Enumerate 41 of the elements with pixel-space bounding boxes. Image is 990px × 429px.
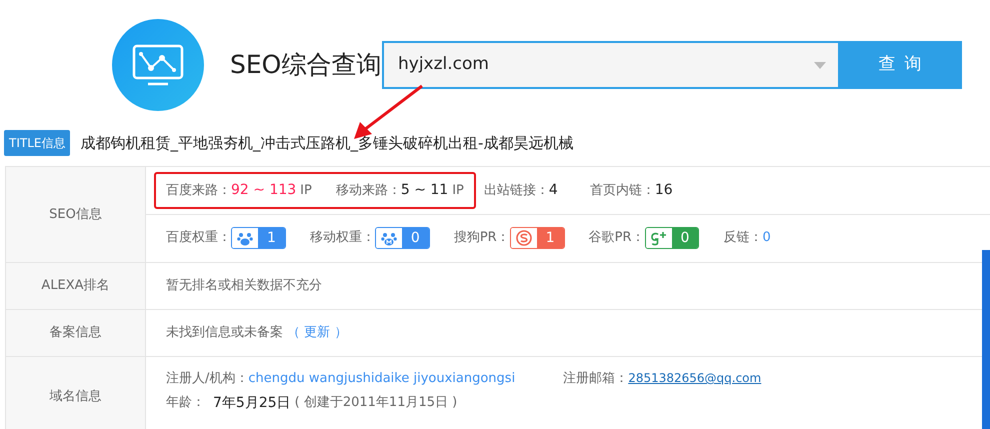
- stat-value: 5 ~ 11: [400, 182, 448, 198]
- row-label: ALEXA排名: [6, 263, 146, 310]
- unit-label: IP: [452, 183, 464, 198]
- field-label: 注册人/机构：: [166, 371, 248, 386]
- search-field[interactable]: hyjxzl.com: [382, 41, 840, 89]
- field-label: 注册邮箱：: [563, 371, 628, 386]
- stat-value: 16: [654, 182, 673, 198]
- weight-label: 谷歌PR：: [588, 229, 645, 248]
- row-label: 备案信息: [6, 310, 146, 357]
- page-title: SEO综合查询: [230, 49, 382, 82]
- weight-badge: 1: [510, 227, 565, 249]
- weight-label: 搜狗PR：: [454, 229, 510, 248]
- stat-label: 移动来路：: [336, 183, 401, 198]
- stat-label: 出站链接：: [484, 183, 549, 198]
- weight-badge: 0: [644, 227, 700, 249]
- stat-value: 92 ~ 113: [231, 182, 296, 198]
- unit-label: IP: [300, 183, 312, 198]
- backlink-label: 反链：: [723, 230, 762, 246]
- scrollbar[interactable]: [982, 250, 990, 429]
- field-label: 年龄：: [166, 394, 205, 412]
- weight-badge: 1: [231, 227, 286, 249]
- backlink-value: 0: [762, 230, 771, 246]
- row-label: 域名信息: [6, 357, 146, 429]
- created-date: ( 创建于2011年11月15日 ): [294, 394, 458, 412]
- row-label: SEO信息: [6, 167, 146, 263]
- age-value: 7年5月25日: [213, 394, 291, 412]
- email-link[interactable]: 2851382656@qq.com: [628, 371, 762, 385]
- stat-value: 4: [548, 182, 558, 198]
- query-button[interactable]: 查 询: [840, 41, 962, 89]
- info-text: 未找到信息或未备案: [166, 324, 283, 342]
- stat-label: 首页内链：: [590, 183, 655, 198]
- caret-icon[interactable]: [814, 62, 826, 68]
- update-link[interactable]: （ 更新 ）: [287, 323, 348, 343]
- page-title-text: 成都钩机租赁_平地强夯机_冲击式压路机_多锤头破碎机出租-成都昊远机械: [80, 132, 574, 154]
- weight-badge: 0: [374, 227, 430, 249]
- weight-label: 百度权重：: [166, 229, 231, 248]
- owner-name: chengdu wangjushidaike jiyouxiangongsi: [248, 371, 516, 386]
- info-text: 暂无排名或相关数据不充分: [166, 277, 322, 296]
- title-badge: TITLE信息: [4, 130, 70, 156]
- stat-label: 百度来路：: [166, 183, 231, 198]
- weight-label: 移动权重：: [310, 229, 375, 248]
